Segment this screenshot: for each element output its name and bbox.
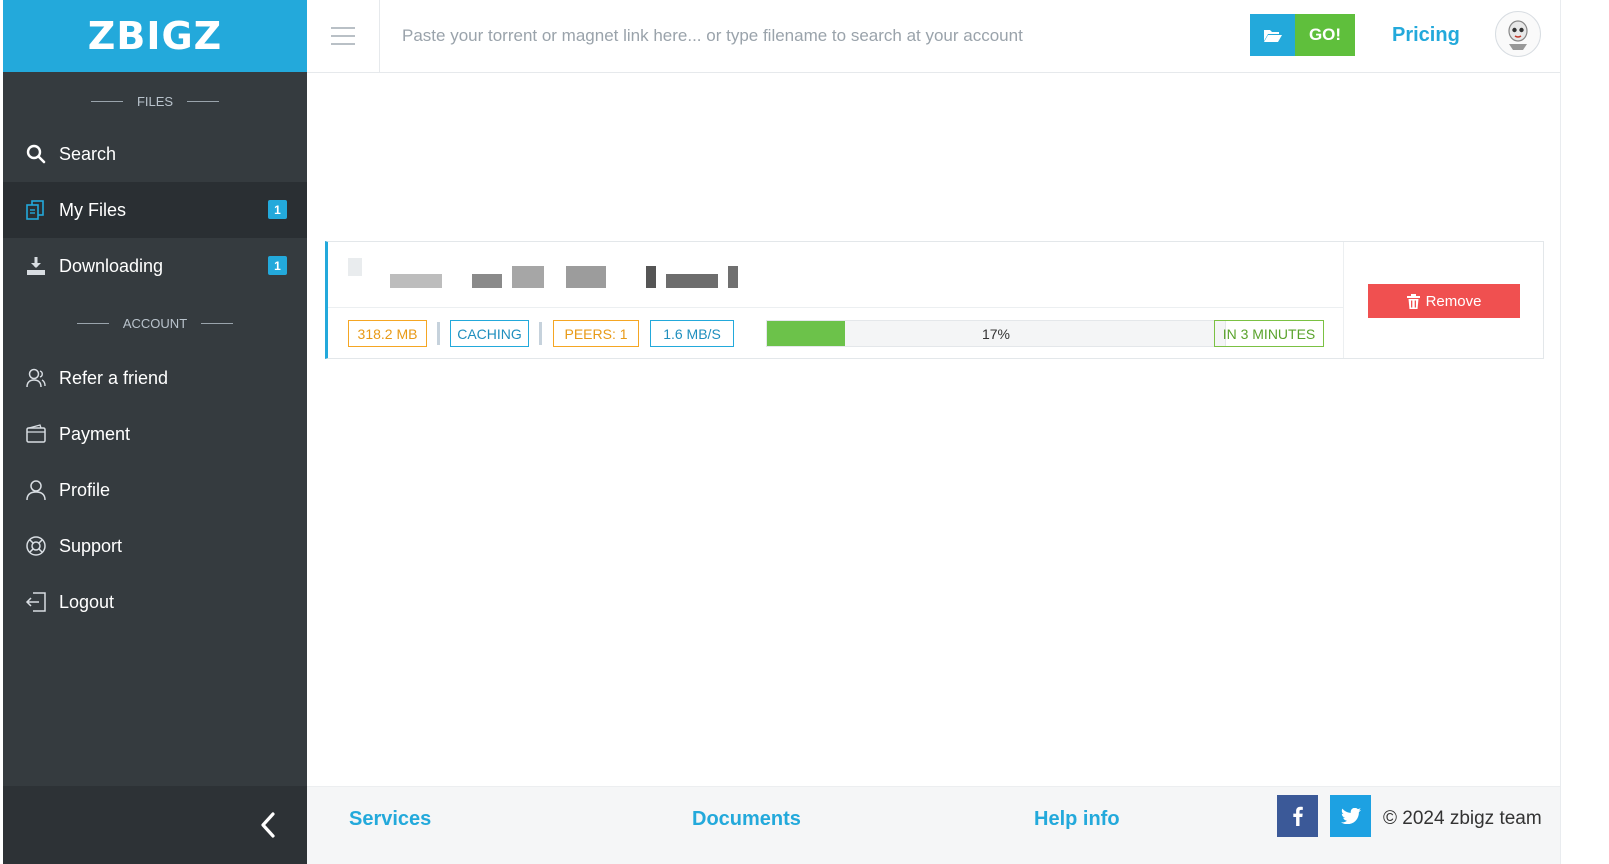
pricing-link[interactable]: Pricing [1392, 24, 1460, 47]
sidebar-item-search[interactable]: Search [3, 126, 307, 182]
footer-link-documents[interactable]: Documents [692, 808, 801, 831]
remove-button-label: Remove [1425, 292, 1482, 310]
progress-percent-label: 17% [981, 325, 1011, 342]
sidebar-item-payment[interactable]: Payment [3, 406, 307, 462]
sidebar-item-label: Profile [59, 479, 111, 500]
download-progress-bar: 17% [766, 320, 1226, 347]
sidebar-item-logout[interactable]: Logout [3, 574, 307, 630]
file-icon [348, 258, 362, 276]
folder-open-icon [1263, 27, 1283, 43]
chevron-left-icon[interactable] [251, 808, 285, 842]
sidebar-item-label: Search [59, 143, 117, 164]
sidebar-item-label: Support [59, 535, 123, 556]
speed-badge: 1.6 MB/S [650, 320, 734, 347]
sidebar-item-my-files[interactable]: My Files 1 [3, 182, 307, 238]
downloading-count-badge: 1 [268, 256, 287, 275]
file-actions: Remove [1343, 242, 1546, 358]
sidebar: ZBIGZ FILES Search My Files 1 Downloadin… [3, 0, 307, 864]
avatar-icon [1503, 17, 1533, 51]
sidebar-item-label: Payment [59, 423, 131, 444]
sidebar-item-label: Logout [59, 591, 115, 612]
top-bar: GO! Pricing [307, 0, 1560, 73]
sidebar-collapse-bar [3, 786, 307, 864]
files-icon [25, 199, 47, 221]
sidebar-item-profile[interactable]: Profile [3, 462, 307, 518]
search-icon [25, 143, 47, 165]
go-button[interactable]: GO! [1295, 14, 1355, 56]
sidebar-item-support[interactable]: Support [3, 518, 307, 574]
eta-badge: IN 3 MINUTES [1214, 320, 1324, 347]
sidebar-item-label: My Files [59, 199, 126, 220]
remove-button[interactable]: Remove [1368, 284, 1520, 318]
file-name[interactable] [390, 266, 750, 288]
separator [437, 322, 440, 345]
separator [539, 322, 542, 345]
logout-icon [25, 591, 47, 613]
refer-friend-icon [25, 367, 47, 389]
account-heading-label: ACCOUNT [122, 315, 188, 331]
footer-link-services[interactable]: Services [349, 808, 431, 831]
files-heading-label: FILES [136, 93, 174, 109]
torrent-search-input[interactable] [402, 20, 1222, 52]
twitter-icon [1340, 808, 1361, 824]
right-edge-panel [1560, 0, 1609, 864]
twitter-button[interactable] [1330, 795, 1371, 837]
peers-badge: PEERS: 1 [553, 320, 639, 347]
file-card: 318.2 MB CACHING PEERS: 1 1.6 MB/S 17% I… [325, 241, 1544, 359]
facebook-button[interactable] [1277, 795, 1318, 837]
account-section-heading: ACCOUNT [3, 294, 307, 352]
logo[interactable]: ZBIGZ [88, 14, 222, 58]
brand-header: ZBIGZ [3, 0, 307, 72]
facebook-icon [1292, 806, 1303, 826]
footer-link-help-info[interactable]: Help info [1034, 808, 1120, 831]
lifebuoy-icon [25, 535, 47, 557]
sidebar-item-refer-friend[interactable]: Refer a friend [3, 350, 307, 406]
sidebar-item-label: Refer a friend [59, 367, 169, 388]
hamburger-menu-icon[interactable] [307, 0, 380, 72]
files-section-heading: FILES [3, 72, 307, 130]
sidebar-item-downloading[interactable]: Downloading 1 [3, 238, 307, 294]
status-badge: CACHING [450, 320, 529, 347]
file-stats-row: 318.2 MB CACHING PEERS: 1 1.6 MB/S 17% I… [348, 320, 1348, 348]
my-files-count-badge: 1 [268, 200, 287, 219]
wallet-icon [25, 423, 47, 445]
file-name-row [328, 242, 1343, 308]
sidebar-item-label: Downloading [59, 255, 164, 276]
download-icon [25, 255, 47, 277]
copyright-text: © 2024 zbigz team [1383, 808, 1542, 829]
file-size-badge: 318.2 MB [348, 320, 427, 347]
footer: Services Documents Help info © 2024 zbig… [307, 786, 1560, 864]
upload-torrent-button[interactable] [1250, 14, 1295, 56]
trash-icon [1406, 293, 1420, 309]
avatar[interactable] [1495, 11, 1541, 57]
user-icon [25, 479, 47, 501]
